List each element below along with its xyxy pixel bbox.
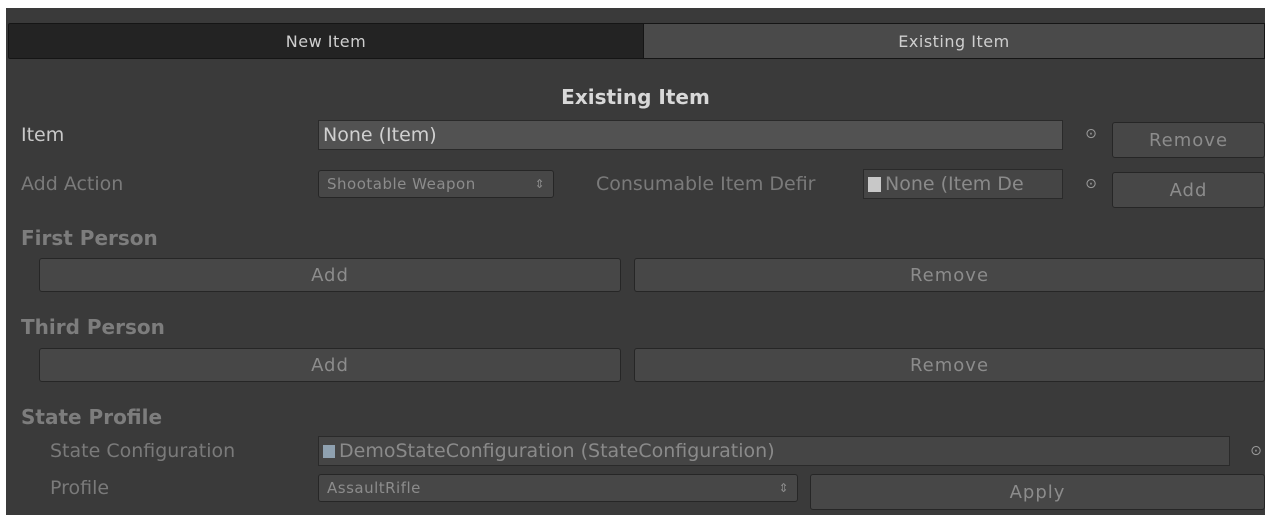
remove-item-button[interactable]: Remove <box>1112 122 1265 158</box>
item-field[interactable]: None (Item) <box>318 120 1063 150</box>
add-action-label: Add Action <box>21 173 124 195</box>
third-person-heading: Third Person <box>21 315 165 339</box>
state-configuration-field[interactable]: DemoStateConfiguration (StateConfigurati… <box>318 436 1230 466</box>
profile-label: Profile <box>50 477 110 499</box>
profile-value: AssaultRifle <box>327 479 421 497</box>
popup-arrow-icon: ⇕ <box>778 481 789 495</box>
profile-dropdown[interactable]: AssaultRifle ⇕ <box>318 474 798 502</box>
tab-existing-item[interactable]: Existing Item <box>644 23 1265 59</box>
page-title: Existing Item <box>561 85 710 109</box>
first-person-add-button[interactable]: Add <box>39 258 621 292</box>
first-person-heading: First Person <box>21 226 158 250</box>
state-config-icon <box>323 444 335 458</box>
action-type-dropdown[interactable]: Shootable Weapon ⇕ <box>318 170 554 198</box>
first-person-remove-button[interactable]: Remove <box>634 258 1265 292</box>
third-person-remove-button[interactable]: Remove <box>634 348 1265 382</box>
consumable-item-field[interactable]: None (Item De <box>863 169 1063 199</box>
object-picker-icon[interactable]: ⊙ <box>1249 443 1263 459</box>
popup-arrow-icon: ⇕ <box>534 177 545 191</box>
tab-bar: New Item Existing Item <box>6 15 1265 59</box>
item-label: Item <box>21 124 65 146</box>
document-icon <box>868 176 881 192</box>
object-picker-icon[interactable]: ⊙ <box>1084 176 1098 192</box>
apply-button[interactable]: Apply <box>810 474 1265 510</box>
state-configuration-value: DemoStateConfiguration (StateConfigurati… <box>339 440 775 462</box>
tab-new-item[interactable]: New Item <box>8 23 644 59</box>
action-type-value: Shootable Weapon <box>327 175 476 193</box>
state-profile-heading: State Profile <box>21 405 163 429</box>
object-picker-icon[interactable]: ⊙ <box>1084 126 1098 142</box>
inspector-panel: New Item Existing Item Existing Item Ite… <box>6 8 1265 515</box>
consumable-item-value: None (Item De <box>885 173 1024 195</box>
add-action-button[interactable]: Add <box>1112 172 1265 208</box>
third-person-add-button[interactable]: Add <box>39 348 621 382</box>
state-configuration-label: State Configuration <box>50 440 236 462</box>
consumable-item-label: Consumable Item Defir <box>596 173 816 195</box>
